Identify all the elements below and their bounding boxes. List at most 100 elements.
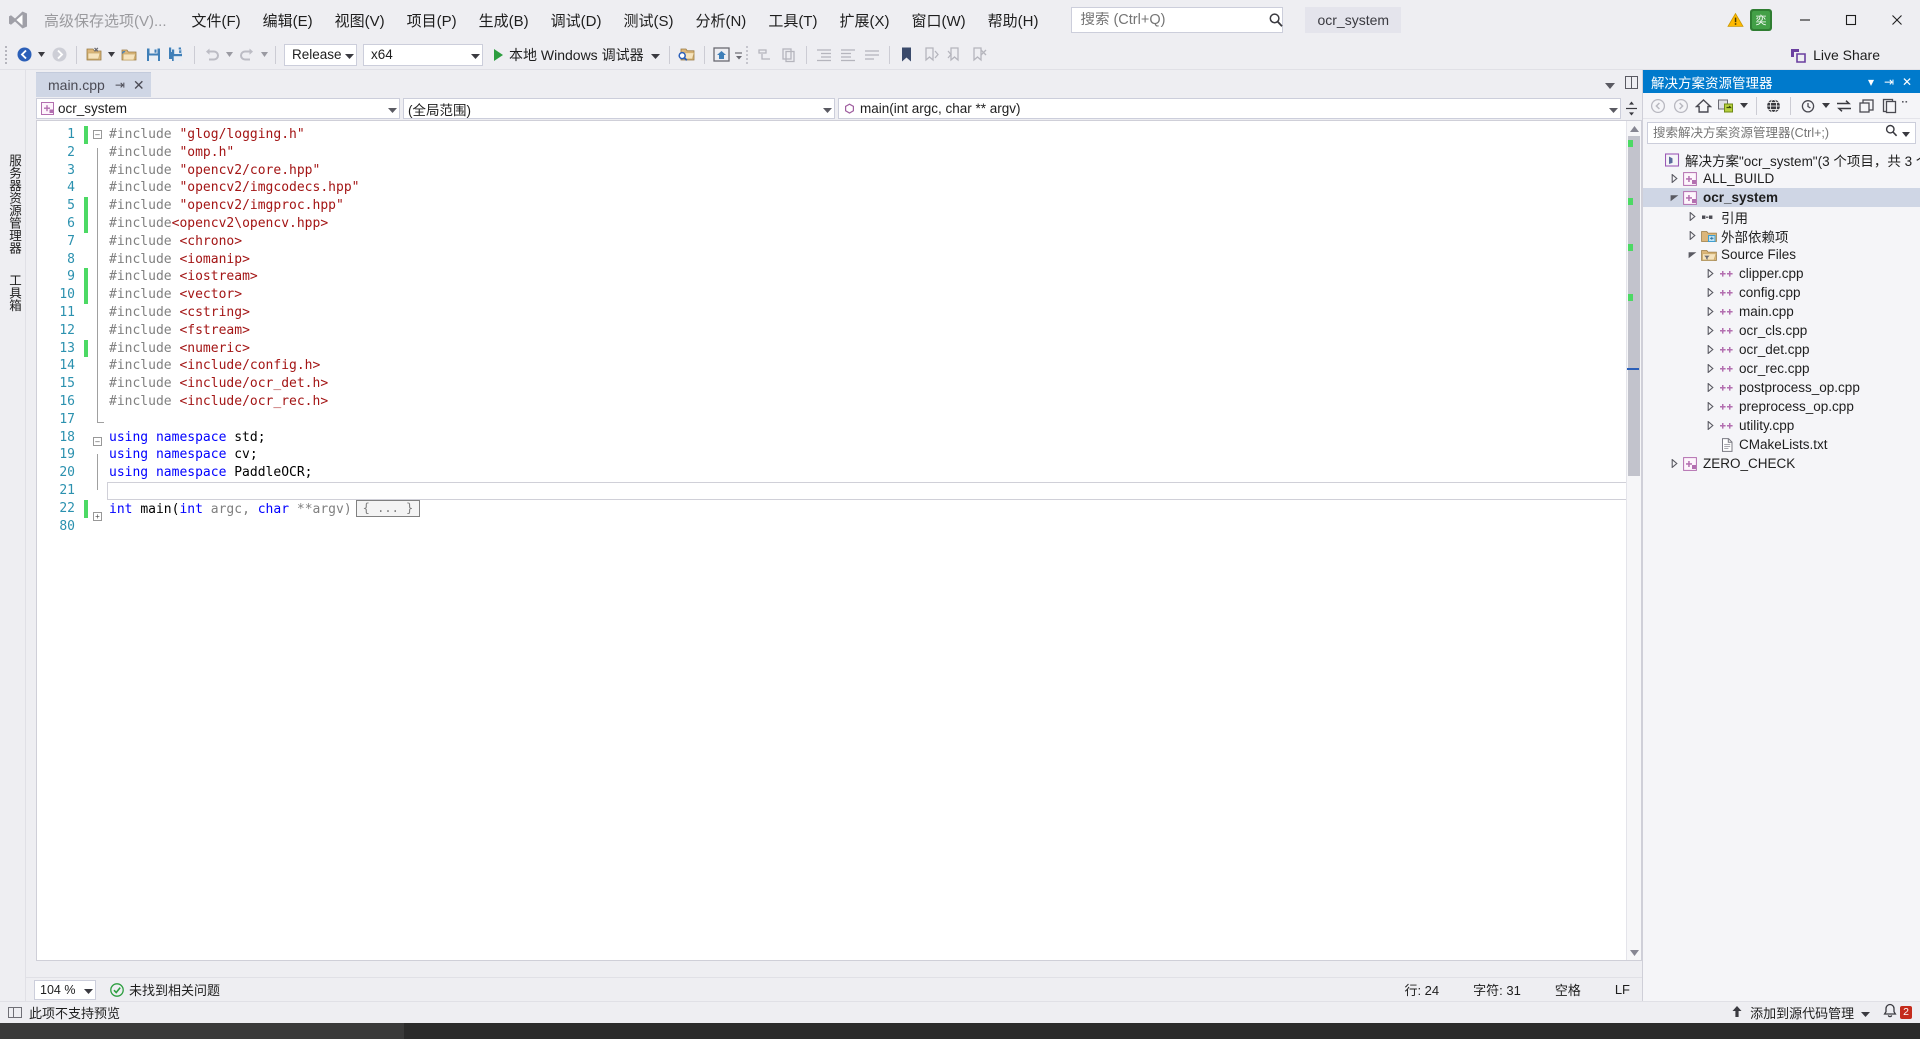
new-project-dropdown-icon[interactable] [106,52,117,57]
menu-tools[interactable]: 工具(T) [757,5,828,36]
notifications-button[interactable]: 2 [1878,1003,1920,1022]
warning-triangle-icon[interactable] [1720,12,1750,28]
navigate-forward-button[interactable] [47,43,71,67]
chevron-down-icon[interactable] [1820,95,1832,117]
step-into-specific-button[interactable] [753,43,777,67]
chevron-right-icon[interactable] [1703,269,1717,278]
outlining-glyph[interactable] [91,530,107,548]
sidebar-tab-server-explorer[interactable]: 服务器资源管理器 [0,144,29,264]
code-text-area[interactable]: #include "glog/logging.h" #include "omp.h… [107,121,1626,960]
find-in-files-button[interactable] [675,43,699,67]
tree-node[interactable]: config.cpp [1643,283,1920,302]
navigate-backward-button[interactable] [12,43,36,67]
chevron-right-icon[interactable] [1667,459,1681,468]
type-scope-combo[interactable]: (全局范围) [403,98,835,119]
code-line[interactable]: #include <chrono> [109,233,1626,251]
menu-build[interactable]: 生成(B) [468,5,540,36]
scroll-down-arrow-icon[interactable] [1627,945,1641,960]
toggle-bookmark-button[interactable] [895,43,919,67]
tree-node[interactable]: ocr_det.cpp [1643,340,1920,359]
tree-node[interactable]: ocr_system [1643,188,1920,207]
menu-view[interactable]: 视图(V) [324,5,396,36]
undo-button[interactable] [200,43,224,67]
code-line[interactable]: #include <fstream> [109,322,1626,340]
code-line[interactable]: #include <vector> [109,286,1626,304]
collapse-region-icon[interactable]: – [93,130,102,139]
chevron-right-icon[interactable] [1703,402,1717,411]
navigate-backward-dropdown-icon[interactable] [36,52,47,57]
outlining-glyph[interactable] [91,454,107,473]
scroll-up-arrow-icon[interactable] [1627,121,1641,136]
outlining-glyph[interactable] [91,379,107,397]
outlining-glyph[interactable] [91,236,107,255]
outlining-glyph[interactable] [91,307,107,326]
close-icon[interactable]: ✕ [1898,75,1916,89]
tree-node[interactable]: utility.cpp [1643,416,1920,435]
back-arrow-icon[interactable] [1647,95,1669,117]
line-ending-mode[interactable]: LF [1615,982,1630,997]
code-line[interactable]: using namespace cv; [109,446,1626,464]
menu-analyze[interactable]: 分析(N) [684,5,757,36]
code-editor[interactable]: 1 2 3 4 5 6 7 8 9 10 11 12 13 14 15 16 17 18 19 20 21 22 80 – –… [36,120,1642,961]
code-line[interactable]: using namespace std; [109,429,1626,447]
scrollbar-track[interactable] [1627,136,1641,945]
pending-changes-icon[interactable] [1797,95,1819,117]
outlining-glyph[interactable] [91,147,107,166]
sync-icon[interactable] [1833,95,1855,117]
chevron-right-icon[interactable] [1685,212,1699,221]
outlining-glyph[interactable] [91,361,107,380]
search-input[interactable] [1080,12,1268,28]
chevron-right-icon[interactable] [1703,421,1717,430]
code-line[interactable]: #include <include/ocr_rec.h> [109,393,1626,411]
outlining-glyph[interactable]: – [91,436,107,455]
menu-file[interactable]: 文件(F) [181,5,252,36]
solution-search-input[interactable] [1653,126,1884,140]
member-scope-combo[interactable]: main(int argc, char ** argv) [838,98,1621,119]
minimize-button[interactable] [1782,0,1828,40]
chevron-down-icon[interactable]: ▾ [1862,75,1880,89]
tree-node[interactable]: Source Files [1643,245,1920,264]
solution-explorer-search[interactable] [1647,122,1916,144]
chevron-down-icon[interactable] [1738,95,1750,117]
new-project-button[interactable] [82,43,106,67]
outlining-glyph[interactable] [91,415,107,433]
editor-vertical-scrollbar[interactable] [1626,121,1641,960]
chevron-down-icon[interactable] [1861,1005,1871,1020]
sidebar-tab-toolbox[interactable]: 工具箱 [0,264,29,322]
outlining-glyph[interactable] [91,201,107,219]
copy-frame-button[interactable] [777,43,801,67]
home-window-button[interactable] [710,43,734,67]
project-scope-combo[interactable]: ocr_system [36,98,400,119]
toolbar-grip[interactable] [4,44,12,66]
home-window-dropdown-icon[interactable] [734,50,745,60]
chevron-right-icon[interactable] [1703,307,1717,316]
tree-node[interactable]: main.cpp [1643,302,1920,321]
code-line[interactable]: #include "opencv2/core.hpp" [109,162,1626,180]
outlining-gutter[interactable]: – – + [91,121,107,960]
code-line[interactable]: using namespace PaddleOCR; [109,464,1626,482]
quick-search-box[interactable] [1071,7,1284,33]
outlining-glyph[interactable] [91,490,107,508]
tree-node[interactable]: 引用 [1643,207,1920,226]
menu-edit[interactable]: 编辑(E) [252,5,324,36]
expand-region-icon[interactable]: + [93,511,102,521]
start-debugging-button[interactable]: 本地 Windows 调试器 [486,43,664,67]
chevron-right-icon[interactable] [1703,288,1717,297]
zoom-level-combo[interactable]: 104 % [34,979,96,1000]
code-line[interactable]: #include "omp.h" [109,144,1626,162]
tree-node[interactable]: 解决方案"ocr_system"(3 个项目，共 3 个) [1643,150,1920,169]
code-line[interactable] [109,518,1626,536]
solution-platform-combo[interactable]: x64 [363,43,483,66]
tree-node[interactable]: ALL_BUILD [1643,169,1920,188]
chevron-down-icon[interactable] [1685,250,1699,259]
home-icon[interactable] [1692,95,1714,117]
collapsed-block-placeholder[interactable]: { ... } [355,499,421,517]
chevron-right-icon[interactable] [1703,326,1717,335]
menu-debug[interactable]: 调试(D) [540,5,613,36]
outlining-glyph[interactable] [91,343,107,362]
code-line[interactable]: int main(int argc, char **argv){ ... } [109,499,1626,518]
tree-node[interactable]: 外部依赖项 [1643,226,1920,245]
collapse-region-icon[interactable]: – [93,436,102,446]
outlining-glyph[interactable] [91,472,107,490]
open-file-button[interactable] [117,43,141,67]
